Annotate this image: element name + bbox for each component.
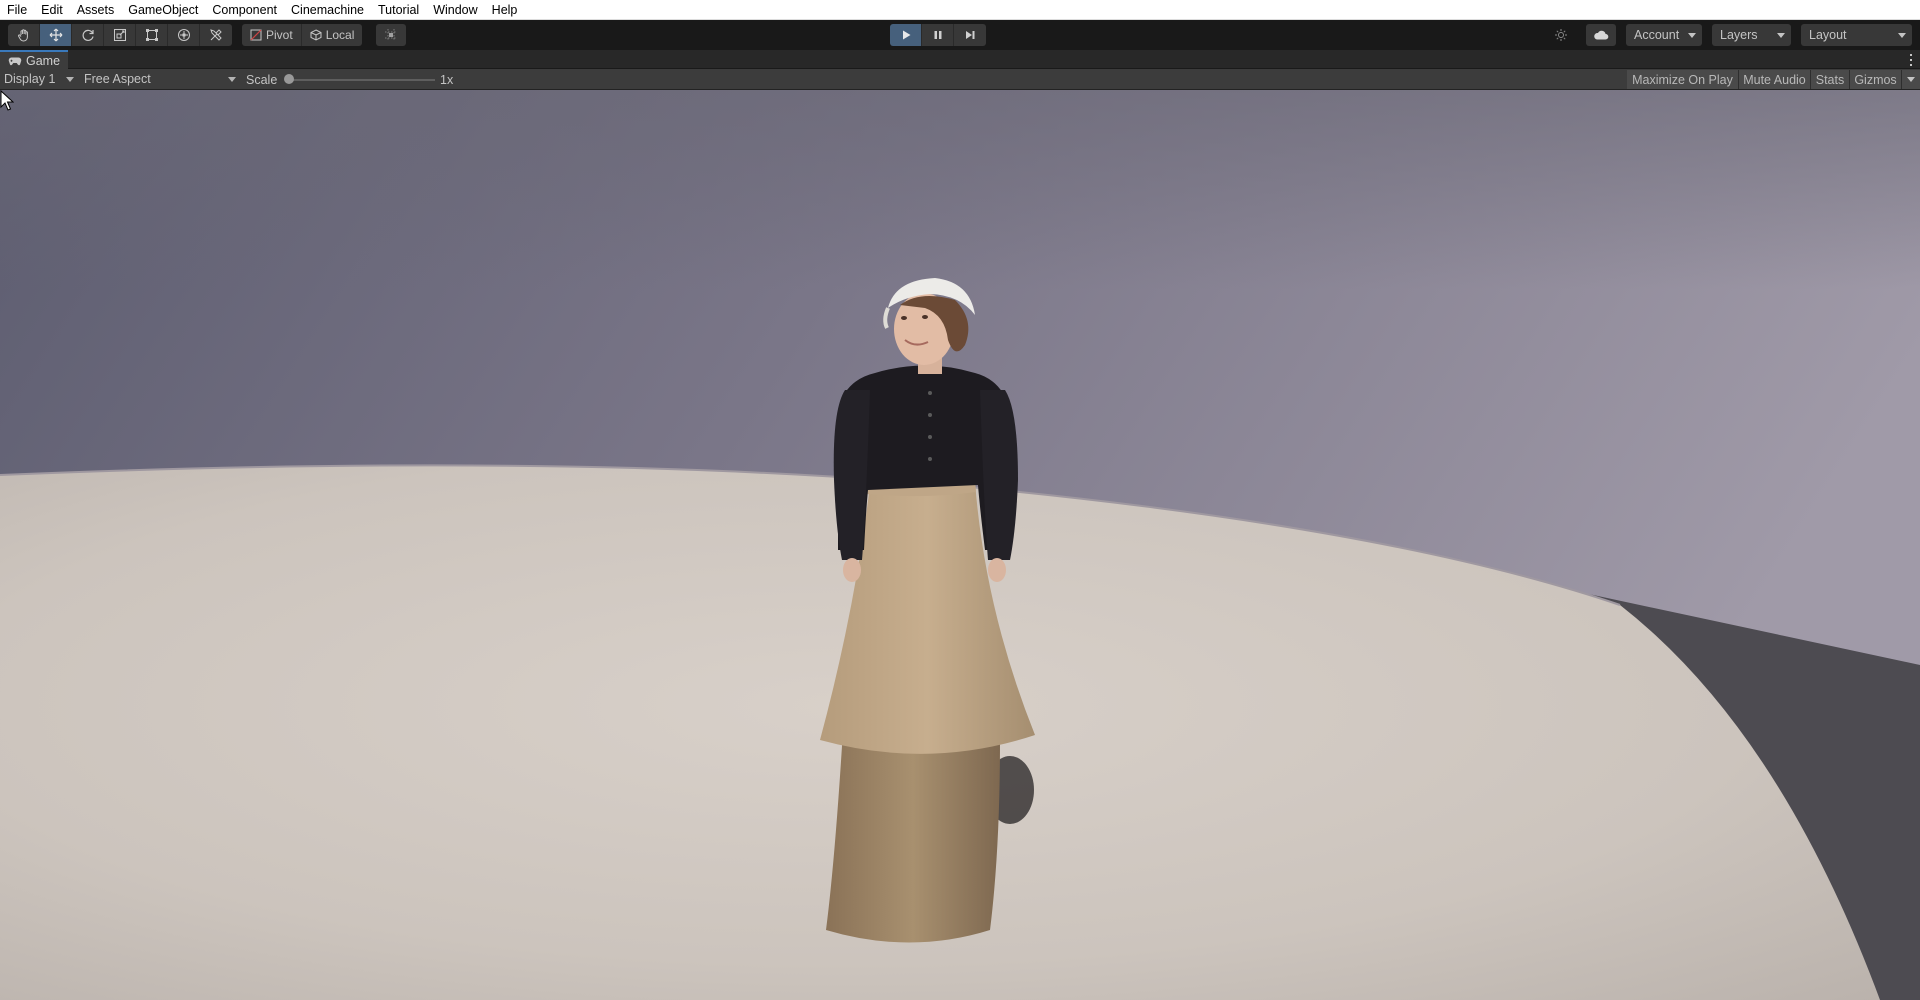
mute-audio-toggle[interactable]: Mute Audio	[1739, 70, 1811, 89]
menu-file[interactable]: File	[0, 3, 34, 17]
hand-tool-button[interactable]	[8, 24, 40, 46]
layout-label: Layout	[1809, 28, 1847, 42]
rotate-icon	[82, 29, 94, 41]
scale-slider-handle[interactable]	[284, 74, 294, 84]
menu-gameobject[interactable]: GameObject	[121, 3, 205, 17]
step-icon	[966, 31, 975, 39]
chevron-down-icon	[228, 76, 236, 82]
local-label: Local	[325, 28, 355, 42]
menu-assets[interactable]: Assets	[70, 3, 122, 17]
stats-toggle[interactable]: Stats	[1811, 70, 1850, 89]
chevron-down-icon	[66, 76, 74, 82]
local-toggle[interactable]: Local	[301, 24, 363, 46]
game-scene	[0, 90, 1920, 1000]
menu-cinemachine[interactable]: Cinemachine	[284, 3, 371, 17]
scale-slider-track[interactable]	[290, 79, 435, 81]
chevron-down-icon	[1907, 77, 1915, 82]
handle-toggles: Pivot Local	[242, 24, 363, 46]
transform-icon	[177, 29, 190, 41]
menu-bar: File Edit Assets GameObject Component Ci…	[0, 0, 1920, 20]
pivot-icon	[250, 29, 262, 41]
sun-icon	[1555, 29, 1567, 41]
game-view-toolbar: Display 1 Free Aspect Scale 1x Maximize …	[0, 69, 1920, 90]
game-tab-title: Game	[26, 53, 61, 68]
aspect-label: Free Aspect	[84, 72, 151, 86]
account-label: Account	[1634, 28, 1680, 42]
display-label: Display 1	[4, 72, 56, 86]
game-viewport[interactable]	[0, 90, 1920, 1000]
display-dropdown[interactable]: Display 1	[0, 69, 78, 89]
play-icon	[902, 30, 910, 40]
scale-value: 1x	[440, 73, 454, 87]
pause-button[interactable]	[922, 24, 954, 46]
play-controls	[890, 24, 986, 46]
scale-label: Scale	[246, 73, 278, 87]
pivot-toggle[interactable]: Pivot	[242, 24, 302, 46]
maximize-on-play-toggle[interactable]: Maximize On Play	[1627, 70, 1739, 89]
menu-edit[interactable]: Edit	[34, 3, 70, 17]
grid-snap-icon	[385, 29, 397, 41]
rect-icon	[145, 29, 158, 41]
menu-tutorial[interactable]: Tutorial	[371, 3, 426, 17]
scale-tool-button[interactable]	[104, 24, 136, 46]
cloud-icon	[1594, 30, 1609, 40]
rotate-tool-button[interactable]	[72, 24, 104, 46]
play-button[interactable]	[890, 24, 922, 46]
gizmos-toggle[interactable]: Gizmos	[1850, 70, 1902, 89]
chevron-down-icon	[1688, 32, 1696, 38]
move-icon	[49, 28, 62, 42]
tab-game[interactable]: Game	[0, 50, 69, 69]
maximize-on-play-label: Maximize On Play	[1632, 72, 1733, 87]
game-tab-bar: Game	[0, 50, 1920, 69]
mouse-cursor-icon	[0, 90, 14, 111]
menu-help[interactable]: Help	[485, 3, 525, 17]
wall-shade	[0, 90, 1920, 290]
gamepad-icon	[8, 57, 22, 65]
chevron-down-icon	[1898, 32, 1906, 38]
account-dropdown[interactable]: Account	[1626, 24, 1702, 46]
layers-label: Layers	[1720, 28, 1758, 42]
move-tool-button[interactable]	[40, 24, 72, 46]
stats-label: Stats	[1815, 72, 1845, 87]
grid-snap-button[interactable]	[376, 24, 406, 46]
gizmos-label: Gizmos	[1854, 72, 1897, 87]
step-button[interactable]	[954, 24, 986, 46]
custom-tool-button[interactable]	[200, 24, 232, 46]
chevron-down-icon	[1777, 32, 1785, 38]
scale-icon	[113, 29, 126, 41]
cloud-button[interactable]	[1586, 24, 1616, 46]
rect-tool-button[interactable]	[136, 24, 168, 46]
pause-icon	[934, 31, 941, 39]
tools-icon	[210, 29, 222, 41]
menu-window[interactable]: Window	[426, 3, 484, 17]
transform-tool-button[interactable]	[168, 24, 200, 46]
layers-dropdown[interactable]: Layers	[1712, 24, 1791, 46]
panel-options-icon[interactable]	[1908, 52, 1914, 67]
grid-snap-group	[376, 24, 406, 46]
lighting-button[interactable]	[1546, 24, 1576, 46]
pivot-label: Pivot	[266, 28, 293, 42]
layout-dropdown[interactable]: Layout	[1801, 24, 1912, 46]
cube-icon	[310, 29, 322, 41]
menu-component[interactable]: Component	[205, 3, 284, 17]
mute-audio-label: Mute Audio	[1743, 72, 1806, 87]
main-toolbar: Pivot Local Account Layers Layout	[0, 20, 1920, 50]
transform-tools	[8, 24, 232, 46]
aspect-dropdown[interactable]: Free Aspect	[80, 69, 240, 89]
hand-icon	[17, 29, 28, 42]
gizmos-dropdown[interactable]	[1902, 70, 1920, 89]
